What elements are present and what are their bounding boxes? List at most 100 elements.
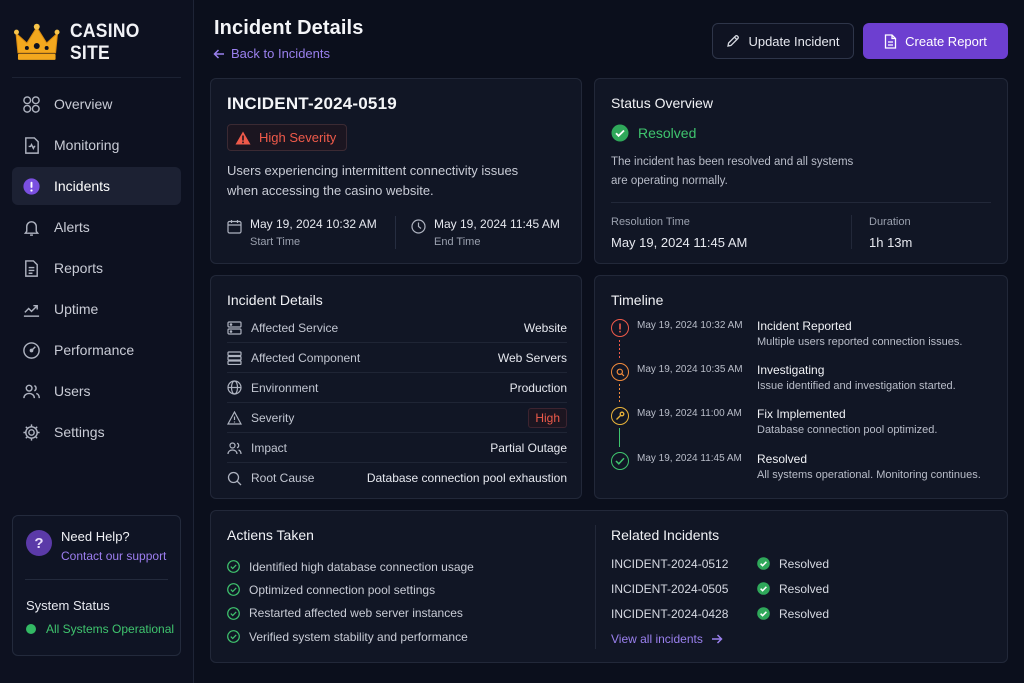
incident-id: INCIDENT-2024-0519 — [227, 94, 397, 113]
wrench-icon — [611, 407, 629, 425]
crown-logo-icon — [14, 23, 60, 60]
detail-value: Web Servers — [497, 350, 567, 365]
status-description: The incident has been resolved and all s… — [611, 156, 854, 187]
brand-name: CASINO SITE — [69, 21, 140, 64]
related-incidents-title: Related Incidents — [611, 527, 720, 543]
end-time-label: End Time — [434, 236, 481, 248]
detail-row-severity: Severity High — [227, 403, 567, 433]
server-stack-icon — [227, 350, 242, 365]
back-to-incidents-link[interactable]: Back to Incidents — [213, 46, 330, 61]
warning-icon — [235, 131, 251, 144]
details-list: Affected Service Website Affected Compon… — [227, 313, 567, 493]
check-circle-icon — [757, 607, 770, 620]
detail-key: Affected Component — [251, 350, 361, 365]
action-item: Verified system stability and performanc… — [227, 625, 474, 648]
check-circle-icon — [611, 124, 629, 142]
search-icon — [611, 363, 629, 381]
resolution-time-label: Resolution Time — [611, 216, 690, 228]
document-icon — [25, 259, 38, 277]
globe-icon — [227, 380, 242, 395]
system-status-title: System Status — [26, 598, 110, 613]
view-all-incidents-link[interactable]: View all incidents — [611, 632, 723, 646]
sidebar-item-performance[interactable]: Performance — [12, 331, 181, 369]
action-item-label: Restarted affected web server instances — [249, 606, 463, 621]
question-icon: ? — [26, 530, 52, 556]
help-title: Need Help? — [61, 529, 130, 544]
timeline-card: Timeline May 19, 2024 10:32 AM Incident … — [594, 275, 1008, 499]
action-item-label: Identified high database connection usag… — [249, 559, 474, 574]
sidebar-item-alerts[interactable]: Alerts — [12, 208, 181, 246]
start-time: May 19, 2024 10:32 AM Start Time — [227, 217, 377, 248]
related-incident-row[interactable]: INCIDENT-2024-0428 Resolved — [611, 601, 851, 626]
action-item: Restarted affected web server instances — [227, 602, 474, 625]
actions-list: Identified high database connection usag… — [227, 555, 474, 648]
sidebar-item-overview[interactable]: Overview — [12, 85, 181, 123]
related-incident-id[interactable]: INCIDENT-2024-0512 — [611, 557, 757, 571]
status-indicator: Resolved — [611, 124, 696, 142]
actions-related-card: Actiens Taken Identified high database c… — [210, 510, 1008, 663]
sidebar-item-label: Overview — [54, 96, 113, 112]
create-report-label: Create Report — [905, 33, 987, 49]
sidebar-item-label: Uptime — [54, 301, 99, 317]
detail-row-impact: Impact Partial Outage — [227, 433, 567, 463]
create-report-button[interactable]: Create Report — [863, 23, 1008, 59]
detail-row-affected-service: Affected Service Website — [227, 313, 567, 343]
trend-up-icon — [23, 304, 40, 317]
sidebar-nav: Overview Monitoring Incidents Alerts Rep… — [12, 85, 181, 454]
sidebar-item-users[interactable]: Users — [12, 372, 181, 410]
page-title: Incident Details — [214, 17, 364, 39]
timeline-event: May 19, 2024 10:35 AM Investigating Issu… — [611, 363, 991, 403]
alert-icon — [611, 319, 629, 337]
sidebar-item-incidents[interactable]: Incidents — [12, 167, 181, 205]
timeline-time: May 19, 2024 11:00 AM — [637, 408, 742, 419]
divider — [611, 202, 991, 203]
document-icon — [885, 33, 897, 49]
update-incident-button[interactable]: Update Incident — [712, 23, 854, 59]
arrow-right-icon — [711, 634, 723, 644]
bell-icon — [23, 220, 40, 236]
sidebar-item-settings[interactable]: Settings — [12, 413, 181, 451]
status-overview-card: Status Overview Resolved The incident ha… — [594, 78, 1008, 264]
timeline-event: May 19, 2024 11:45 AM Resolved All syste… — [611, 452, 991, 492]
duration-value: 1h 13m — [869, 235, 913, 250]
divider — [395, 216, 396, 249]
resolution-time-value: May 19, 2024 11:45 AM — [611, 235, 748, 250]
timeline-event-desc: All systems operational. Monitoring cont… — [757, 469, 981, 481]
related-incidents-list: INCIDENT-2024-0512 Resolved INCIDENT-202… — [611, 551, 851, 626]
detail-key: Impact — [251, 440, 288, 455]
sidebar-item-uptime[interactable]: Uptime — [12, 290, 181, 328]
related-incident-id[interactable]: INCIDENT-2024-0428 — [611, 607, 757, 621]
timeline-event-desc: Issue identified and investigation start… — [757, 380, 956, 392]
end-time: May 19, 2024 11:45 AM End Time — [411, 217, 560, 248]
back-link-label: Back to Incidents — [231, 46, 330, 61]
timeline-event-title: Resolved — [757, 452, 808, 466]
actions-title: Actiens Taken — [227, 527, 314, 543]
check-circle-icon — [227, 560, 240, 574]
detail-value: Website — [523, 320, 567, 335]
check-circle-icon — [227, 583, 240, 597]
check-circle-icon — [227, 606, 240, 620]
system-status-value: All Systems Operational — [46, 622, 175, 636]
sidebar-item-monitoring[interactable]: Monitoring — [12, 126, 181, 164]
brand[interactable]: CASINO SITE — [14, 20, 193, 66]
server-icon — [227, 320, 242, 335]
divider — [851, 215, 852, 249]
detail-key: Affected Service — [251, 320, 339, 335]
related-incident-id[interactable]: INCIDENT-2024-0505 — [611, 582, 757, 596]
contact-support-link[interactable]: Contact our support — [61, 549, 166, 563]
check-circle-icon — [757, 557, 770, 570]
related-incident-row[interactable]: INCIDENT-2024-0505 Resolved — [611, 576, 851, 601]
related-incident-row[interactable]: INCIDENT-2024-0512 Resolved — [611, 551, 851, 576]
timeline-event-title: Incident Reported — [757, 319, 852, 333]
timeline-time: May 19, 2024 10:35 AM — [637, 364, 743, 375]
divider — [12, 77, 181, 78]
detail-row-root-cause: Root Cause Database connection pool exha… — [227, 463, 567, 493]
sidebar-item-label: Performance — [54, 342, 135, 358]
related-incident-status: Resolved — [779, 556, 830, 571]
incident-details-title: Incident Details — [227, 292, 323, 308]
help-card: ? Need Help? Contact our support System … — [12, 515, 181, 656]
action-item-label: Verified system stability and performanc… — [249, 629, 468, 644]
sidebar-item-reports[interactable]: Reports — [12, 249, 181, 287]
timeline-event: May 19, 2024 11:00 AM Fix Implemented Da… — [611, 407, 991, 447]
timeline-event-desc: Multiple users reported connection issue… — [757, 336, 963, 348]
